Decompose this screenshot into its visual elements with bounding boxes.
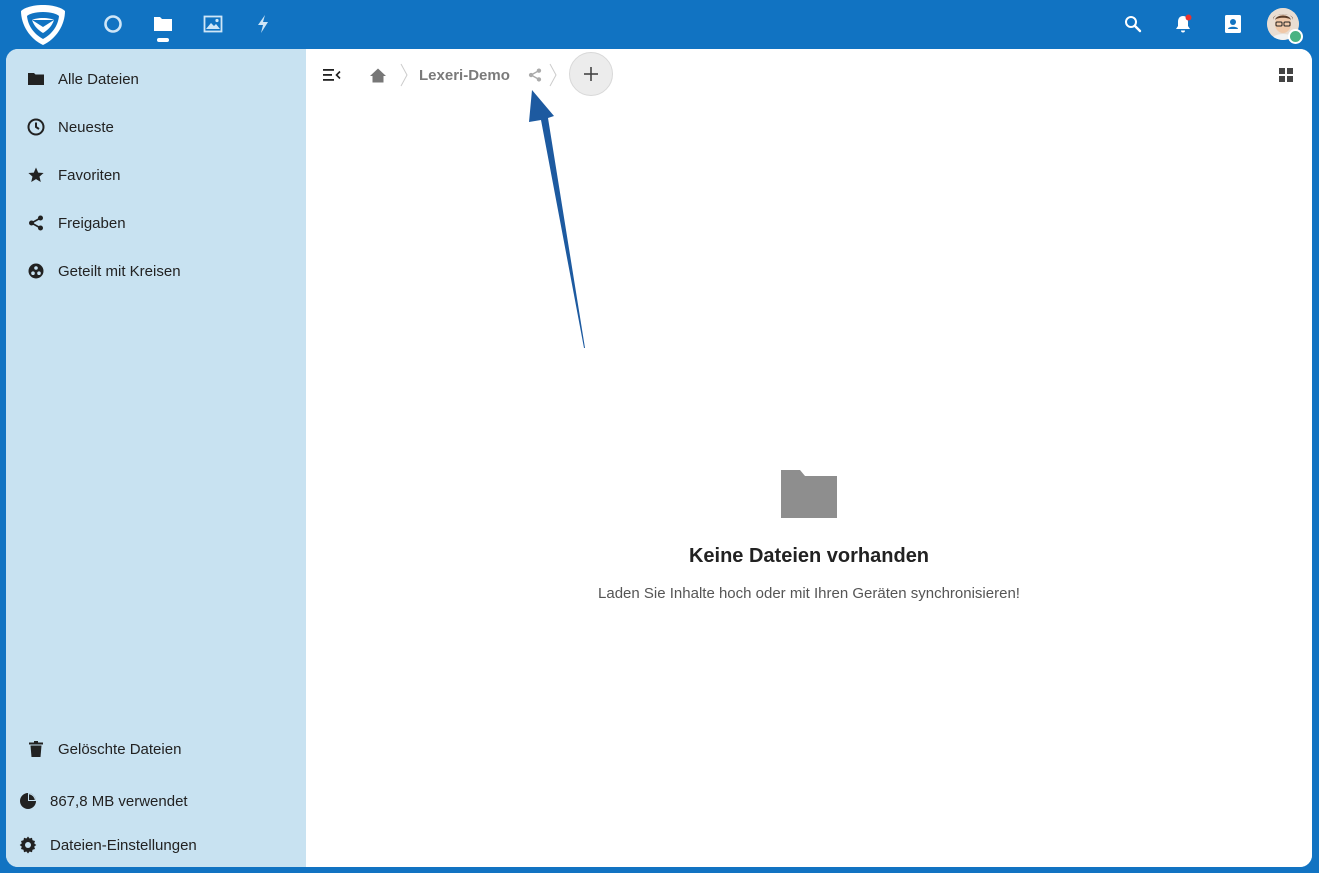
pie-chart-icon: [18, 791, 38, 811]
app-container: Alle Dateien Neueste Favoriten Freigaben…: [6, 49, 1312, 867]
new-item-button[interactable]: [569, 52, 613, 96]
sidebar-item-label: Neueste: [58, 118, 114, 136]
breadcrumb-home[interactable]: [368, 64, 388, 86]
plus-icon: [584, 67, 598, 81]
sidebar-item-shares[interactable]: Freigaben: [6, 203, 306, 243]
home-icon: [370, 68, 386, 82]
storage-quota-label: 867,8 MB verwendet: [50, 792, 188, 810]
online-status-badge: [1288, 29, 1303, 44]
folder-icon: [26, 69, 46, 89]
settings-label: Dateien-Einstellungen: [50, 836, 197, 854]
files-content: Lexeri-Demo Keine Dateien vorhanden Lade…: [306, 49, 1312, 867]
sidebar-item-label: Alle Dateien: [58, 70, 139, 88]
breadcrumb-separator: [549, 63, 557, 87]
contacts-icon[interactable]: [1221, 12, 1245, 36]
trash-icon: [26, 739, 46, 759]
sidebar-item-circles[interactable]: Geteilt mit Kreisen: [6, 251, 306, 291]
user-avatar[interactable]: [1267, 8, 1303, 44]
active-app-indicator: [157, 38, 169, 42]
breadcrumb-current-folder[interactable]: Lexeri-Demo: [419, 67, 510, 84]
empty-state-description: Laden Sie Inhalte hoch oder mit Ihren Ge…: [598, 585, 1020, 602]
sidebar-item-label: Favoriten: [58, 166, 121, 184]
sidebar: Alle Dateien Neueste Favoriten Freigaben…: [6, 49, 306, 867]
sidebar-item-label: Gelöschte Dateien: [58, 740, 182, 758]
search-icon[interactable]: [1121, 12, 1145, 36]
share-icon: [26, 213, 46, 233]
star-icon: [26, 165, 46, 185]
sidebar-item-recent[interactable]: Neueste: [6, 107, 306, 147]
empty-state-title: Keine Dateien vorhanden: [688, 545, 930, 567]
photos-icon[interactable]: [201, 12, 225, 36]
gear-icon: [18, 835, 38, 855]
shield-logo-icon[interactable]: [18, 3, 68, 47]
dashboard-icon[interactable]: [101, 12, 125, 36]
files-icon[interactable]: [151, 12, 175, 36]
share-folder-button[interactable]: [526, 65, 544, 85]
grid-view-icon: [1279, 68, 1293, 82]
sidebar-item-all-files[interactable]: Alle Dateien: [6, 59, 306, 99]
files-settings-button[interactable]: Dateien-Einstellungen: [6, 825, 306, 865]
empty-folder-icon: [781, 470, 837, 518]
top-header: [0, 0, 1319, 50]
toggle-sidebar-button[interactable]: [320, 64, 344, 86]
sidebar-item-label: Geteilt mit Kreisen: [58, 262, 181, 280]
menu-collapse-icon: [323, 69, 341, 81]
circles-icon: [26, 261, 46, 281]
activity-icon[interactable]: [251, 12, 275, 36]
notifications-icon[interactable]: [1171, 12, 1195, 36]
grid-view-toggle[interactable]: [1276, 65, 1296, 85]
breadcrumb-separator: [400, 63, 408, 87]
storage-quota[interactable]: 867,8 MB verwendet: [6, 781, 306, 821]
share-icon: [528, 68, 542, 82]
clock-icon: [26, 117, 46, 137]
sidebar-item-label: Freigaben: [58, 214, 126, 232]
sidebar-item-favorites[interactable]: Favoriten: [6, 155, 306, 195]
sidebar-item-trash[interactable]: Gelöschte Dateien: [6, 729, 306, 769]
